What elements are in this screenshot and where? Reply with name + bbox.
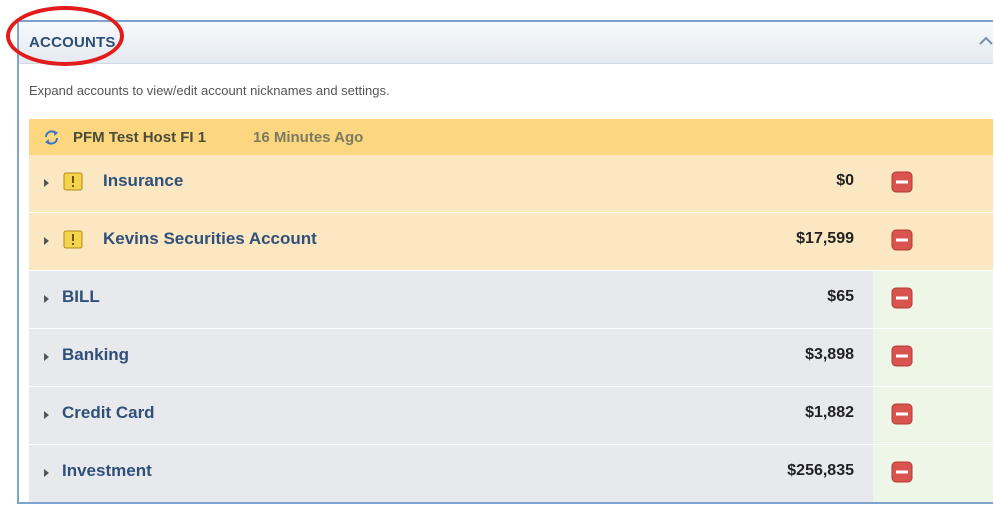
- triangle-right-icon[interactable]: [44, 411, 49, 419]
- account-row-kevins-securities[interactable]: Kevins Securities Account $17,599: [29, 213, 993, 271]
- account-row-banking[interactable]: Banking $3,898: [29, 329, 993, 387]
- last-updated: 16 Minutes Ago: [253, 129, 364, 146]
- account-label[interactable]: Kevins Securities Account: [103, 229, 317, 249]
- account-amount: $3,898: [805, 346, 854, 363]
- account-row-insurance[interactable]: Insurance $0: [29, 155, 993, 213]
- warning-icon: [63, 172, 83, 191]
- minus-delete-icon[interactable]: [891, 345, 913, 367]
- triangle-right-icon[interactable]: [44, 353, 49, 361]
- panel-title: ACCOUNTS: [29, 34, 116, 51]
- accounts-panel: ACCOUNTS Expand accounts to view/edit ac…: [17, 20, 993, 504]
- account-amount: $17,599: [796, 230, 854, 247]
- minus-delete-icon[interactable]: [891, 461, 913, 483]
- account-amount: $1,882: [805, 404, 854, 421]
- account-label[interactable]: Banking: [62, 345, 129, 365]
- account-label[interactable]: BILL: [62, 287, 100, 307]
- triangle-right-icon[interactable]: [44, 237, 49, 245]
- triangle-right-icon[interactable]: [44, 179, 49, 187]
- warning-icon: [63, 230, 83, 249]
- minus-delete-icon[interactable]: [891, 171, 913, 193]
- institution-name: PFM Test Host FI 1: [73, 129, 207, 146]
- panel-header[interactable]: ACCOUNTS: [19, 22, 993, 64]
- triangle-right-icon[interactable]: [44, 469, 49, 477]
- chevron-up-icon[interactable]: [979, 34, 993, 48]
- institution-header: PFM Test Host FI 1 16 Minutes Ago: [29, 119, 993, 155]
- minus-delete-icon[interactable]: [891, 229, 913, 251]
- account-label[interactable]: Investment: [62, 461, 152, 481]
- account-label[interactable]: Credit Card: [62, 403, 155, 423]
- account-row-credit-card[interactable]: Credit Card $1,882: [29, 387, 993, 445]
- sync-icon[interactable]: [43, 129, 60, 146]
- account-row-investment[interactable]: Investment $256,835: [29, 445, 993, 502]
- triangle-right-icon[interactable]: [44, 295, 49, 303]
- panel-hint: Expand accounts to view/edit account nic…: [29, 83, 390, 98]
- account-row-bill[interactable]: BILL $65: [29, 271, 993, 329]
- account-label[interactable]: Insurance: [103, 171, 183, 191]
- account-amount: $256,835: [787, 462, 854, 479]
- minus-delete-icon[interactable]: [891, 403, 913, 425]
- account-amount: $65: [827, 288, 854, 305]
- account-list: Insurance $0 Kevins Securities Account $…: [29, 155, 993, 502]
- minus-delete-icon[interactable]: [891, 287, 913, 309]
- account-amount: $0: [836, 172, 854, 189]
